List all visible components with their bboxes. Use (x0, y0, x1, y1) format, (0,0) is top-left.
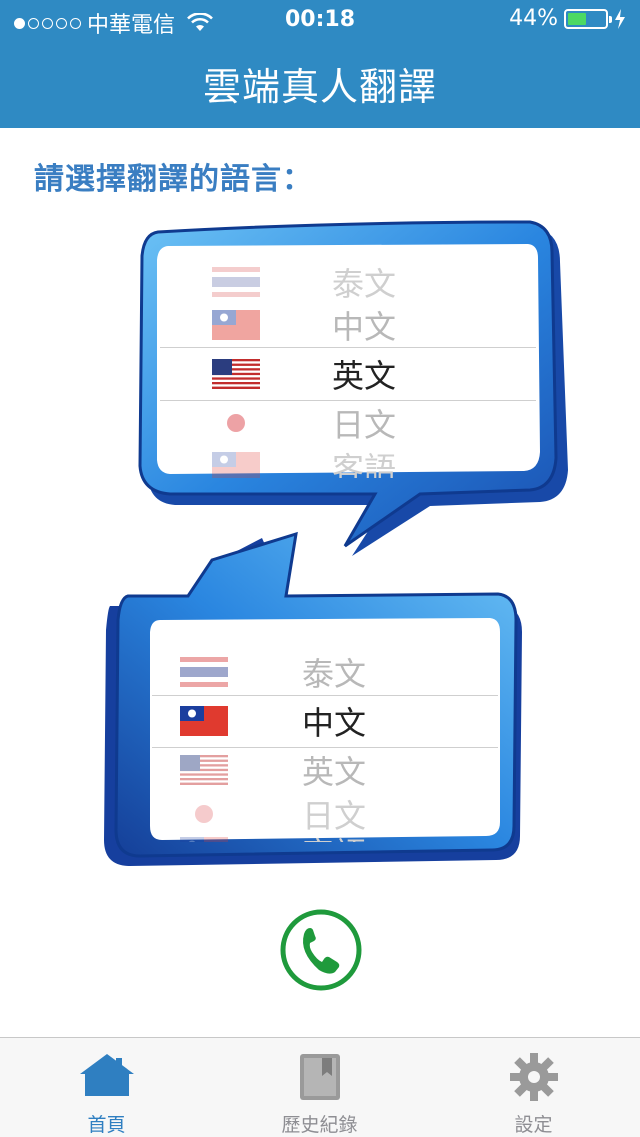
picker-row-label: 日文 (332, 406, 397, 444)
taiwan-flag-icon (180, 706, 228, 736)
picker-row-label: 英文 (332, 357, 397, 395)
picker-row-hakka[interactable]: 客語 (152, 828, 498, 842)
taiwan-flag-icon (212, 452, 260, 478)
tab-history-label: 歷史紀錄 (281, 1114, 358, 1136)
tab-settings[interactable]: 設定 (427, 1038, 640, 1137)
book-icon (299, 1054, 340, 1100)
picker-row-label: 英文 (302, 753, 367, 791)
picker-selection-line (160, 347, 536, 348)
tab-settings-label: 設定 (514, 1114, 553, 1136)
tab-home-label: 首頁 (87, 1114, 126, 1136)
picker-row-label: 客語 (302, 829, 366, 842)
japan-flag-icon (180, 799, 228, 829)
source-language-picker[interactable]: 泰文 中文 英文 日文 客語 (160, 250, 536, 478)
usa-flag-icon (212, 359, 260, 389)
picker-row-japanese[interactable]: 日文 (160, 399, 536, 447)
picker-row-label: 中文 (332, 308, 397, 346)
speech-bubbles-graphic (104, 220, 568, 866)
picker-row-label: 泰文 (332, 265, 397, 303)
usa-flag-icon (180, 755, 228, 785)
gear-icon (509, 1053, 558, 1101)
picker-row-label: 客語 (332, 450, 397, 478)
picker-row-thai[interactable]: 泰文 (160, 258, 536, 306)
picker-row-chinese-selected[interactable]: 中文 (152, 697, 498, 745)
picker-row-thai[interactable]: 泰文 (152, 648, 498, 696)
picker-selection-line (152, 695, 498, 696)
japan-flag-icon (212, 408, 260, 438)
thailand-flag-icon (212, 267, 260, 297)
home-icon (79, 1054, 134, 1096)
picker-row-hakka[interactable]: 客語 (160, 443, 536, 478)
taiwan-flag-icon (180, 837, 228, 842)
picker-row-chinese[interactable]: 中文 (160, 301, 536, 349)
picker-row-english-selected[interactable]: 英文 (160, 350, 536, 398)
thailand-flag-icon (180, 657, 228, 687)
target-language-picker[interactable]: 泰文 中文 英文 日文 客語 (152, 642, 498, 842)
taiwan-flag-icon (212, 310, 260, 340)
picker-row-label: 泰文 (302, 655, 367, 693)
tab-history[interactable]: 歷史紀錄 (213, 1038, 426, 1137)
call-button[interactable] (279, 908, 363, 992)
picker-row-label: 中文 (302, 704, 367, 742)
tab-bar: 首頁 歷史紀錄 設定 (0, 1037, 640, 1137)
tab-home[interactable]: 首頁 (0, 1038, 213, 1137)
picker-row-english[interactable]: 英文 (152, 746, 498, 794)
